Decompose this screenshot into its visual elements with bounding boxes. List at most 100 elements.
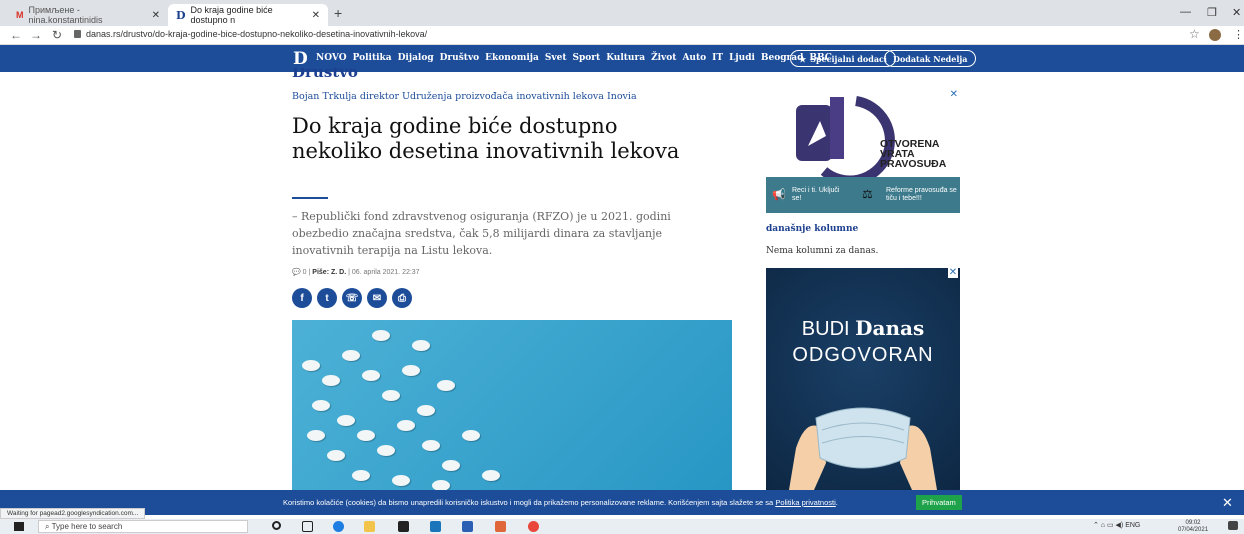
nav-item[interactable]: IT [712,53,723,63]
forward-button[interactable]: → [30,28,42,42]
language-indicator[interactable]: ENG [1125,522,1140,529]
menu-kebab-icon[interactable]: ⋮ [1233,28,1244,41]
privacy-policy-link[interactable]: Politika privatnosti [775,498,835,507]
sunday-supplement-button[interactable]: Dodatak Nedelja [884,50,977,67]
clock[interactable]: 09:02 07/04/2021 [1178,520,1208,534]
article-meta: 💬 0 | Piše: Z. D. | 06. aprila 2021. 22:… [292,269,420,276]
site-logo[interactable]: D [293,49,308,69]
ad-left-text: Reci i ti. Uključi se! [792,187,840,202]
edge-icon[interactable] [333,521,344,532]
notification-icon[interactable] [1228,521,1238,530]
taskbar-search-input[interactable]: ⌕ Type here to search [38,520,248,533]
article-headline: Do kraja godine biće dostupno nekoliko d… [292,114,680,163]
tab-label: Do kraja godine biće dostupno n [190,5,273,25]
danas-favicon: D [176,8,186,22]
system-tray[interactable]: ⌃ ⌂ ▭ ◀) ENG [1093,521,1140,529]
word-icon[interactable] [462,521,473,532]
windows-taskbar: ⌕ Type here to search ⌃ ⌂ ▭ ◀) ENG 09:02… [0,519,1244,534]
browser-tab-strip: M Примљене - nina.konstantinidis ✕ D Do … [0,0,1244,26]
ad-close-icon[interactable]: ✕ [948,268,958,278]
site-header: D NOVO Politika Dijalog Društvo Ekonomij… [0,45,1244,72]
nav-item[interactable]: Život [651,53,676,63]
url-field[interactable]: danas.rs/drustvo/do-kraja-godine-bice-do… [86,29,427,39]
ad-word-budi: BUDI [801,318,850,340]
clock-date: 07/04/2021 [1178,527,1209,533]
article-photo-pills [292,320,732,500]
tab-danas[interactable]: D Do kraja godine biće dostupno n ✕ [168,4,328,26]
new-tab-button[interactable]: + [334,5,342,21]
twitter-icon[interactable]: t [317,288,337,308]
minimize-button[interactable]: — [1180,6,1191,18]
cortana-icon[interactable] [272,521,281,530]
facebook-icon[interactable]: f [292,288,312,308]
windows-start-icon[interactable] [14,522,24,531]
tab-label: Примљене - nina.konstantinidis [28,5,103,25]
nav-item[interactable]: Društvo [440,53,480,63]
address-bar-row: ← → ↻ danas.rs/drustvo/do-kraja-godine-b… [0,26,1244,45]
nav-item[interactable]: Kultura [606,53,645,63]
powerpoint-icon[interactable] [495,521,506,532]
main-nav: NOVO Politika Dijalog Društvo Ekonomija … [316,53,832,63]
share-buttons: f t ☏ ✉ ⎙ [292,288,412,308]
nav-item[interactable]: Ljudi [729,53,755,63]
megaphone-icon: 📢 [772,188,786,201]
nav-item[interactable]: NOVO [316,53,347,63]
headline-divider [292,197,328,199]
comment-count[interactable]: 0 [303,269,307,276]
ad-otvorena-vrata[interactable]: ✕ OTVORENA VRATA PRAVOSUĐA 📢 Reci i ti. … [766,89,960,213]
close-tab-icon[interactable]: ✕ [312,10,320,21]
article-kicker: Bojan Trkulja direktor Udruženja proizvo… [292,91,637,102]
search-placeholder: Type here to search [51,522,123,531]
back-button[interactable]: ← [10,28,22,42]
ad-right-text: Reforme pravosuđa se tiču i tebe!!! [886,187,957,202]
email-icon[interactable]: ✉ [367,288,387,308]
special-label: Specijalni dodaci [810,53,887,64]
task-view-icon[interactable] [302,521,313,532]
browser-status-text: Waiting for pagead2.googlesyndication.co… [0,508,146,519]
article-lead: – Republički fond zdravstvenog osiguranj… [292,210,671,257]
nav-item[interactable]: Dijalog [398,53,434,63]
chrome-icon[interactable] [528,521,539,532]
publish-date: 06. aprila 2021. 22:37 [351,269,420,276]
comment-icon[interactable]: 💬 [292,269,301,276]
columns-heading[interactable]: današnje kolumne [766,224,858,234]
print-icon[interactable]: ⎙ [392,288,412,308]
ad-headline: BUDI Danas [766,316,960,341]
mail-icon[interactable] [430,521,441,532]
gavel-icon: ⚖ [862,187,873,201]
section-label[interactable]: Društvo [292,68,358,78]
columns-empty-text: Nema kolumni za danas. [766,246,879,256]
nav-item[interactable]: Sport [572,53,600,63]
tab-gmail[interactable]: M Примљене - nina.konstantinidis ✕ [8,4,168,26]
restore-button[interactable]: ❐ [1207,6,1217,19]
nav-item[interactable]: Ekonomija [485,53,539,63]
nav-item[interactable]: Politika [353,53,392,63]
gmail-icon: M [16,10,24,20]
ad-brand-text: OTVORENA VRATA PRAVOSUĐA [880,138,947,170]
viber-icon[interactable]: ☏ [342,288,362,308]
cookie-message: Koristimo kolačiće (cookies) da bismo un… [283,498,774,507]
clock-time: 09:02 [1185,520,1201,526]
supplement-label: Dodatak Nedelja [893,53,968,64]
bookmark-star-icon[interactable]: ☆ [1189,27,1200,41]
store-icon[interactable] [398,521,409,532]
ad-close-icon[interactable]: ✕ [950,89,958,100]
cookie-text: Koristimo kolačiće (cookies) da bismo un… [283,498,838,507]
close-tab-icon[interactable]: ✕ [152,10,160,21]
lock-icon[interactable] [74,30,81,38]
nav-item[interactable]: Svet [545,53,567,63]
close-window-button[interactable]: ✕ [1232,6,1241,19]
cookie-banner: Koristimo kolačiće (cookies) da bismo un… [0,490,1244,515]
special-supplements-button[interactable]: ★ Specijalni dodaci [790,50,896,67]
profile-avatar[interactable] [1209,29,1221,41]
cookie-close-icon[interactable]: ✕ [1222,495,1233,511]
star-icon: ★ [799,53,807,64]
accept-cookies-button[interactable]: Prihvatam [916,495,962,510]
ad-strip: 📢 Reci i ti. Uključi se! ⚖ Reforme pravo… [766,177,960,213]
file-explorer-icon[interactable] [364,521,375,532]
author: Piše: Z. D. [312,269,347,276]
ad-budi-danas[interactable]: ✕ BUDI Danas ODGOVORAN [766,268,960,508]
nav-item[interactable]: Auto [682,53,706,63]
reload-button[interactable]: ↻ [52,28,62,42]
ad-subline: ODGOVORAN [792,344,934,366]
